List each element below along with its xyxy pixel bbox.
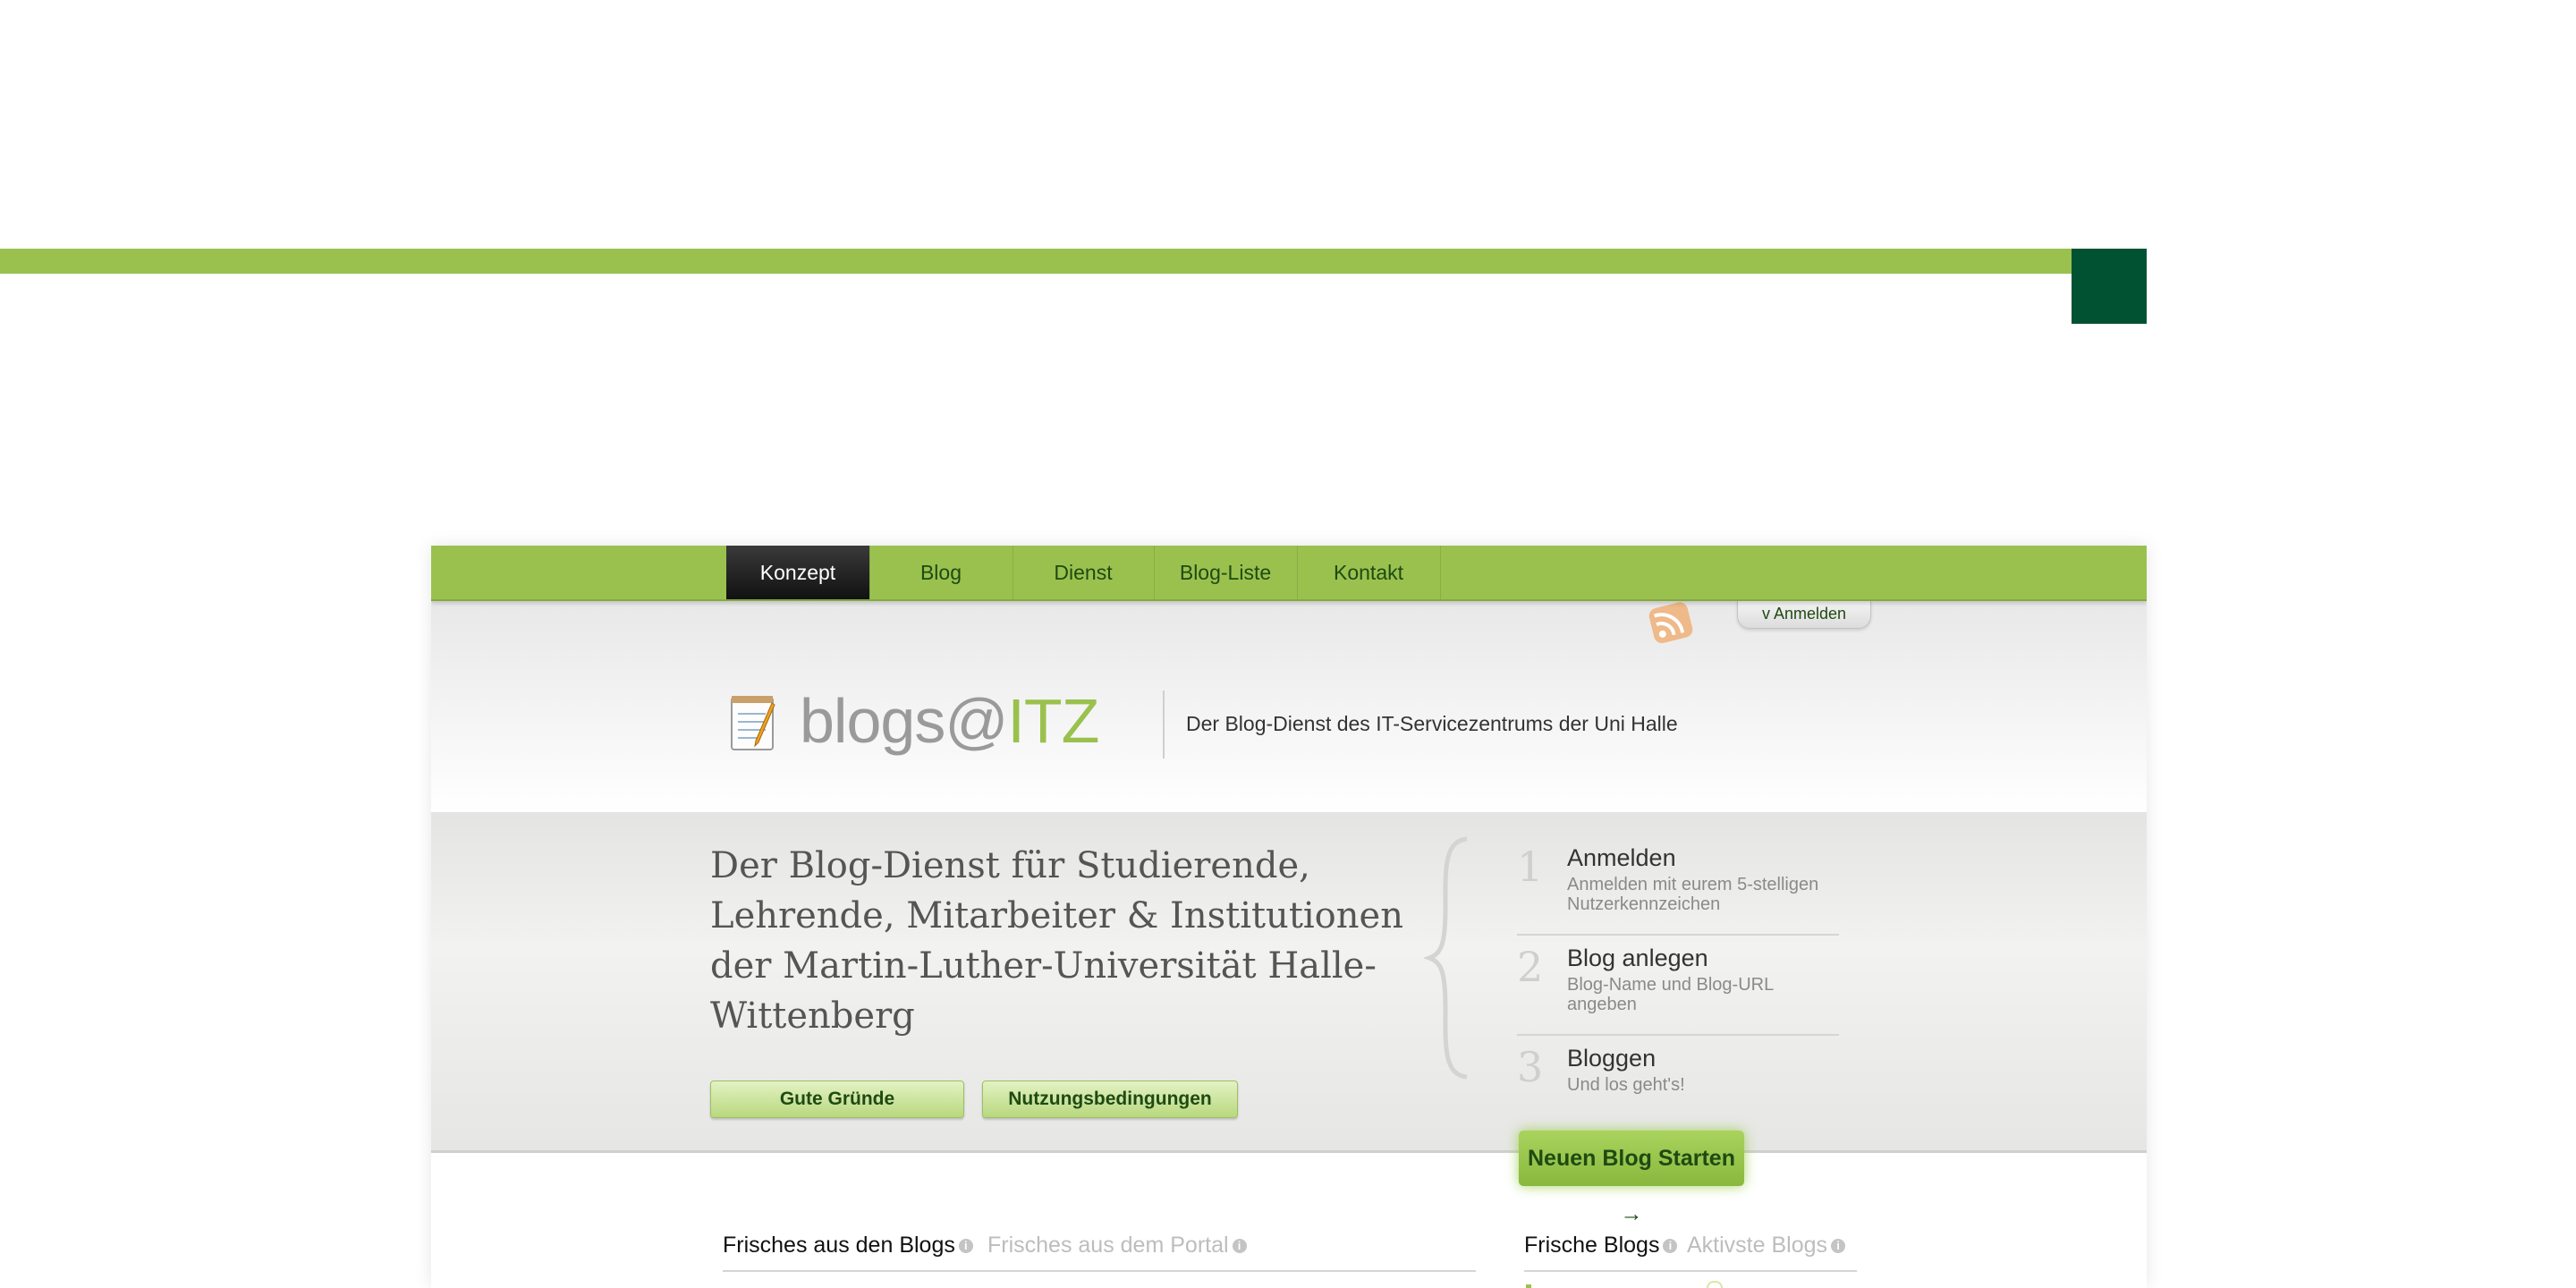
tab-frische-blogs[interactable]: Frische Blogs i (1524, 1233, 1678, 1258)
list-item-marker (1526, 1284, 1531, 1288)
top-green-stripe (0, 249, 2072, 274)
step-title: Bloggen (1567, 1045, 1657, 1072)
step-title: Anmelden (1567, 844, 1676, 871)
hero-section: Der Blog-Dienst für Studierende, Lehrend… (431, 812, 2147, 1153)
tab-label: Frisches aus dem Portal (987, 1233, 1229, 1258)
site-logo[interactable]: blogs@ITZ (800, 685, 1099, 757)
step-title: Blog anlegen (1567, 945, 1708, 971)
logo-text-accent: ITZ (1007, 686, 1099, 756)
gute-gruende-button[interactable]: Gute Gründe (710, 1080, 964, 1118)
top-dark-square (2072, 249, 2147, 324)
tab-label: Aktivste Blogs (1687, 1233, 1828, 1258)
start-new-blog-button[interactable]: Neuen Blog Starten → (1519, 1131, 1744, 1226)
main-nav: Konzept Blog Dienst Blog-Liste Kontakt (431, 546, 2147, 601)
nav-item-kontakt[interactable]: Kontakt (1297, 546, 1441, 599)
nutzungsbedingungen-button[interactable]: Nutzungsbedingungen (982, 1080, 1238, 1118)
step-item: 2 Blog anlegen Blog-Name und Blog-URL an… (1517, 936, 1839, 1036)
logo-text-main: blogs@ (800, 686, 1008, 756)
list-item-icon (1707, 1281, 1723, 1288)
step-number: 3 (1517, 1043, 1544, 1091)
info-icon[interactable]: i (1663, 1239, 1678, 1253)
step-description: Und los geht's! (1567, 1075, 1685, 1095)
step-item: 3 Bloggen Und los geht's! (1517, 1036, 1839, 1134)
login-toggle[interactable]: v Anmelden (1737, 601, 1871, 629)
notepad-icon (731, 696, 775, 750)
info-icon[interactable]: i (1232, 1239, 1247, 1253)
left-feed-tabs: Frisches aus den Blogs i Frisches aus dem… (723, 1225, 1476, 1272)
site-tagline: Der Blog-Dienst des IT-Servicezentrums d… (1186, 712, 1678, 735)
tab-frisches-portal[interactable]: Frisches aus dem Portal i (987, 1233, 1247, 1258)
nav-item-konzept[interactable]: Konzept (726, 546, 870, 599)
nav-item-blog[interactable]: Blog (869, 546, 1013, 599)
nav-item-blog-liste[interactable]: Blog-Liste (1154, 546, 1298, 599)
signup-steps: 1 Anmelden Anmelden mit eurem 5-stellige… (1517, 835, 1839, 1134)
tab-label: Frisches aus den Blogs (723, 1233, 955, 1258)
header-divider (1163, 691, 1165, 758)
step-description: Anmelden mit eurem 5-stelligen Nutzerken… (1567, 875, 1819, 914)
step-number: 1 (1517, 843, 1544, 891)
step-number: 2 (1517, 943, 1544, 991)
curly-brace-decoration (1424, 836, 1468, 1080)
tab-aktivste-blogs[interactable]: Aktivste Blogs i (1687, 1233, 1846, 1258)
page-container: Konzept Blog Dienst Blog-Liste Kontakt v… (431, 546, 2147, 1288)
rss-icon[interactable] (1646, 601, 1698, 644)
info-icon[interactable]: i (1831, 1239, 1846, 1253)
tab-frisches-blogs[interactable]: Frisches aus den Blogs i (723, 1233, 973, 1258)
site-header: v Anmelden blogs@ITZ Der Blog-Dienst des… (431, 601, 2147, 813)
hero-title: Der Blog-Dienst für Studierende, Lehrend… (710, 845, 1403, 1037)
info-icon[interactable]: i (958, 1239, 973, 1253)
nav-item-dienst[interactable]: Dienst (1013, 546, 1155, 599)
step-description: Blog-Name und Blog-URL angeben (1567, 975, 1774, 1014)
right-feed-tabs: Frische Blogs i Aktivste Blogs i (1524, 1225, 1857, 1272)
step-item: 1 Anmelden Anmelden mit eurem 5-stellige… (1517, 835, 1839, 936)
